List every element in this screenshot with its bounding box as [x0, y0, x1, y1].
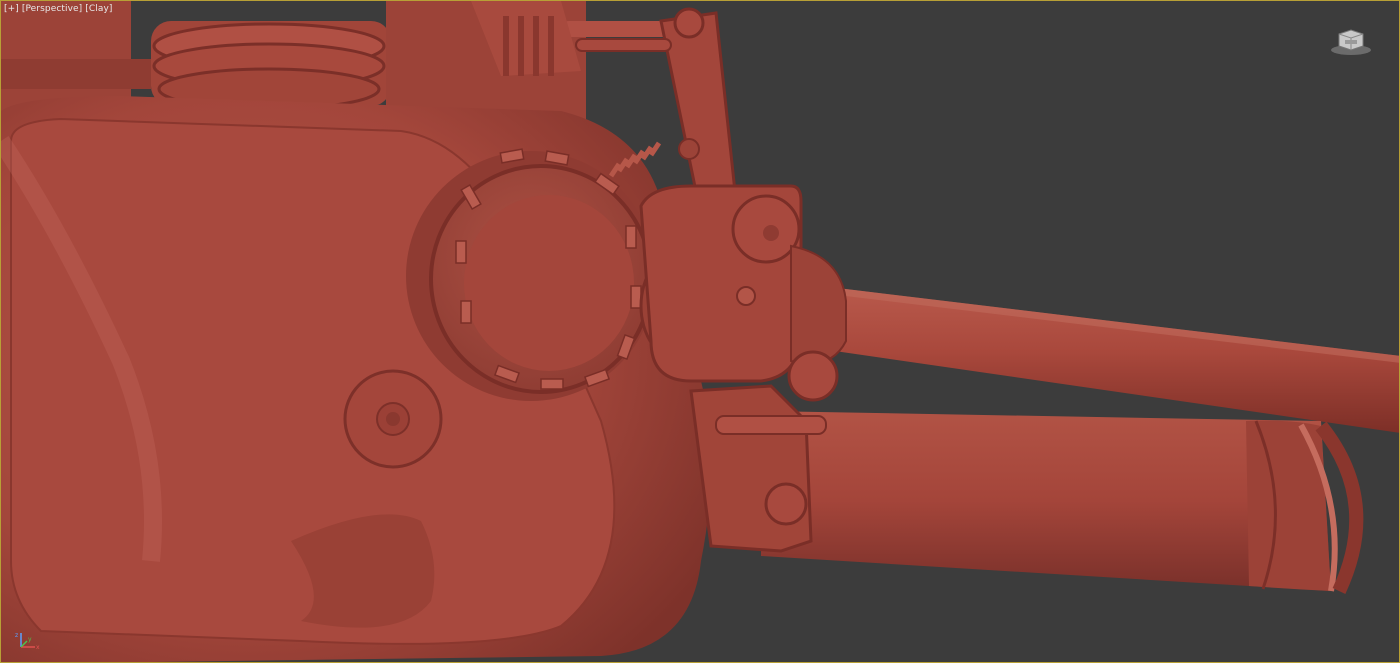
viewcube-icon[interactable] — [1329, 26, 1373, 56]
viewport-menu-plus[interactable]: [+] — [4, 4, 19, 14]
axis-y-label: y — [28, 636, 32, 643]
viewport-shading-mode[interactable]: [Clay] — [85, 4, 112, 14]
control-rod — [575, 38, 672, 52]
axis-tripod-icon: z x y — [15, 632, 40, 651]
viewport-label: [+] [Perspective] [Clay] — [4, 4, 113, 14]
axis-z-label: z — [15, 632, 18, 639]
tube-clamp — [689, 384, 813, 553]
axis-x-label: x — [36, 644, 40, 651]
perspective-viewport[interactable]: [+] [Perspective] [Clay] z x y — [0, 0, 1400, 663]
upper-barrel — [821, 286, 1399, 433]
viewport-view-mode[interactable]: [Perspective] — [22, 4, 82, 14]
lower-tube — [761, 411, 1331, 591]
clay-render-scene — [1, 1, 1399, 662]
